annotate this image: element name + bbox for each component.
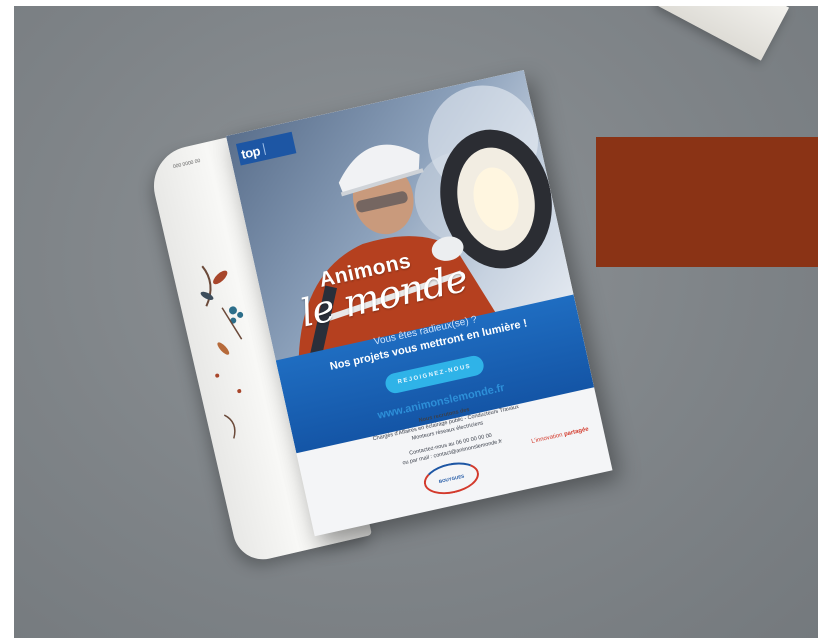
photo-scene: 000 0000 00 top Animons le monde Vous êt… (14, 6, 818, 638)
top-logo-divider (262, 138, 288, 156)
left-page-code: 000 0000 00 (172, 157, 201, 171)
bouygues-logo-text: BOUYGUES (438, 473, 465, 484)
top-logo-text: top (239, 142, 262, 162)
magazine: 000 0000 00 top Animons le monde Vous êt… (14, 6, 818, 638)
bouygues-logo: BOUYGUES (420, 457, 483, 500)
